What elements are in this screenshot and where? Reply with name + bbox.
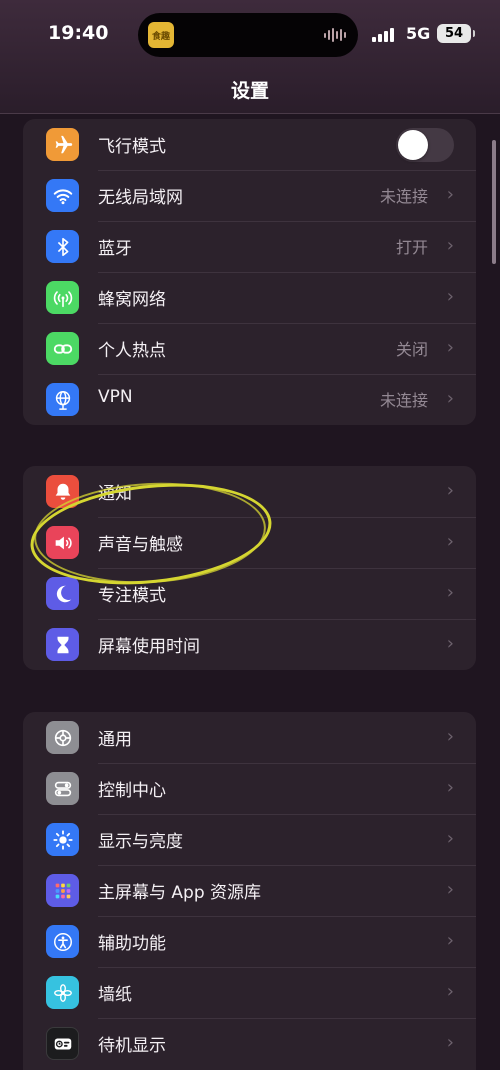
row-label: 墙纸 — [98, 985, 132, 1005]
row-label: 个人热点 — [98, 341, 166, 361]
row-control-center[interactable]: 控制中心 › — [23, 763, 476, 814]
row-label: 无线局域网 — [98, 188, 183, 208]
toggle-knob — [398, 130, 428, 160]
chevron-right-icon: › — [446, 184, 454, 205]
dynamic-island[interactable]: 食趣 — [138, 13, 358, 57]
chevron-right-icon: › — [446, 337, 454, 358]
status-bar: 19:40 食趣 5G 54 — [0, 0, 500, 70]
hourglass-icon — [46, 628, 79, 661]
row-home-screen[interactable]: 主屏幕与 App 资源库 › — [23, 865, 476, 916]
row-sounds-haptics[interactable]: 声音与触感 › — [23, 517, 476, 568]
row-label: 显示与亮度 — [98, 832, 183, 852]
chevron-right-icon: › — [446, 633, 454, 654]
row-bluetooth[interactable]: 蓝牙 打开 › — [23, 221, 476, 272]
airplane-icon — [46, 128, 79, 161]
airplane-mode-toggle[interactable] — [396, 128, 454, 162]
row-accessibility[interactable]: 辅助功能 › — [23, 916, 476, 967]
row-label: 蓝牙 — [98, 239, 132, 259]
accessibility-icon — [46, 925, 79, 958]
chevron-right-icon: › — [446, 981, 454, 1002]
hotspot-icon — [46, 332, 79, 365]
cellular-icon — [46, 281, 79, 314]
connectivity-group: 飞行模式 无线局域网 未连接 › 蓝牙 打开 › 蜂窝网络 › 个人热点 关闭 … — [23, 119, 476, 425]
row-general[interactable]: 通用 › — [23, 712, 476, 763]
row-vpn[interactable]: VPN 未连接 › — [23, 374, 476, 425]
row-label: 专注模式 — [98, 586, 166, 606]
chevron-right-icon: › — [446, 930, 454, 951]
island-app-icon: 食趣 — [148, 22, 174, 48]
chevron-right-icon: › — [446, 235, 454, 256]
row-wallpaper[interactable]: 墙纸 › — [23, 967, 476, 1018]
row-label: 通知 — [98, 484, 132, 504]
row-standby[interactable]: 待机显示 › — [23, 1018, 476, 1069]
row-airplane-mode: 飞行模式 — [23, 119, 476, 170]
notifications-group: 通知 › 声音与触感 › 专注模式 › 屏幕使用时间 › — [23, 466, 476, 670]
row-cellular[interactable]: 蜂窝网络 › — [23, 272, 476, 323]
row-label: VPN — [98, 387, 133, 407]
row-label: 待机显示 — [98, 1036, 166, 1056]
page-title: 设置 — [230, 80, 269, 102]
chevron-right-icon: › — [446, 726, 454, 747]
cellular-signal-icon — [372, 26, 398, 42]
audio-wave-icon — [324, 27, 346, 43]
row-wifi[interactable]: 无线局域网 未连接 › — [23, 170, 476, 221]
chevron-right-icon: › — [446, 286, 454, 307]
row-display-brightness[interactable]: 显示与亮度 › — [23, 814, 476, 865]
scroll-indicator[interactable] — [492, 140, 496, 264]
row-focus[interactable]: 专注模式 › — [23, 568, 476, 619]
sun-icon — [46, 823, 79, 856]
row-label: 声音与触感 — [98, 535, 183, 555]
row-label: 蜂窝网络 — [98, 290, 166, 310]
row-label: 辅助功能 — [98, 934, 166, 954]
chevron-right-icon: › — [446, 480, 454, 501]
speaker-icon — [46, 526, 79, 559]
control-center-icon — [46, 772, 79, 805]
vpn-globe-icon — [46, 383, 79, 416]
row-hotspot[interactable]: 个人热点 关闭 › — [23, 323, 476, 374]
row-label: 控制中心 — [98, 781, 166, 801]
wifi-icon — [46, 179, 79, 212]
wallpaper-flower-icon — [46, 976, 79, 1009]
row-value: 未连接 — [379, 187, 428, 206]
home-screen-icon — [46, 874, 79, 907]
chevron-right-icon: › — [446, 582, 454, 603]
chevron-right-icon: › — [446, 531, 454, 552]
row-value: 关闭 — [395, 340, 428, 359]
general-group: 通用 › 控制中心 › 显示与亮度 › 主屏幕与 App 资源库 › 辅助功能 … — [23, 712, 476, 1070]
battery-icon: 54 — [437, 24, 475, 43]
status-time: 19:40 — [48, 22, 109, 44]
moon-icon — [46, 577, 79, 610]
row-label: 主屏幕与 App 资源库 — [98, 883, 262, 903]
row-label: 通用 — [98, 730, 132, 750]
gear-icon — [46, 721, 79, 754]
chevron-right-icon: › — [446, 777, 454, 798]
chevron-right-icon: › — [446, 388, 454, 409]
chevron-right-icon: › — [446, 1032, 454, 1053]
chevron-right-icon: › — [446, 879, 454, 900]
row-notifications[interactable]: 通知 › — [23, 466, 476, 517]
standby-icon — [46, 1027, 79, 1060]
bell-icon — [46, 475, 79, 508]
header-divider — [0, 113, 500, 114]
row-value: 未连接 — [379, 391, 428, 410]
row-value: 打开 — [395, 238, 428, 257]
row-screen-time[interactable]: 屏幕使用时间 › — [23, 619, 476, 670]
bluetooth-icon — [46, 230, 79, 263]
network-type: 5G — [406, 24, 431, 43]
row-label: 飞行模式 — [98, 137, 166, 157]
row-label: 屏幕使用时间 — [98, 637, 200, 657]
chevron-right-icon: › — [446, 828, 454, 849]
